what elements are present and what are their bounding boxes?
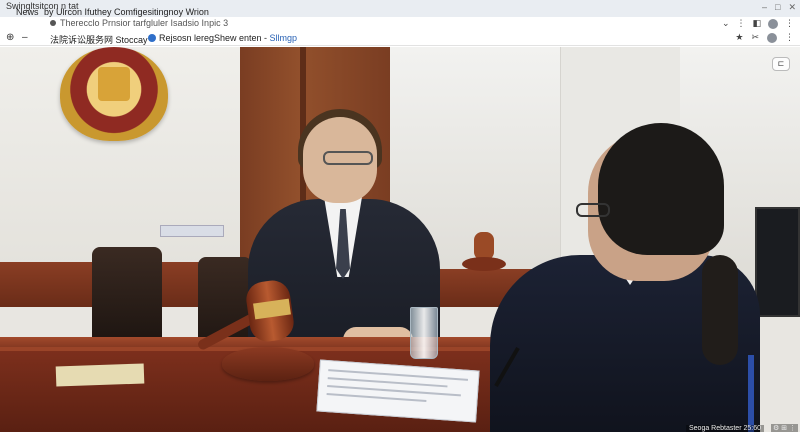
star-icon[interactable]: ★ (735, 32, 743, 43)
more-icon[interactable]: ⋮ (736, 18, 745, 29)
menu-icon[interactable]: ⋮ (785, 18, 794, 29)
scissors-icon[interactable]: ✂ (751, 32, 759, 43)
bookmark-bar: ⊕ – 法院诉讼服务网 Stoccay Rejsosn lereg Shew e… (0, 30, 800, 46)
status-icons[interactable]: ⚙ ⊞ ⋮ (770, 424, 798, 432)
courtroom-photo: ⊏ Seoga Rebtaster 25:60 ⚙ ⊞ ⋮ (0, 47, 800, 432)
picture-in-picture-icon[interactable]: ⊏ (772, 57, 790, 71)
hair (598, 123, 724, 255)
home-icon[interactable]: ⊕ (6, 32, 14, 43)
bookmark-show-label-dark: Shew enten - (214, 33, 270, 43)
ponytail (702, 255, 738, 365)
status-text: Seoga Rebtaster 25:60 (686, 425, 764, 432)
bookmark-court-service[interactable]: 法院诉讼服务网 Stoccay (50, 33, 148, 46)
kebab-icon[interactable]: ⋮ (785, 32, 794, 43)
glasses (323, 151, 373, 165)
url-field[interactable]: Therecclo Prnsior tarfgluler Isadsio Inp… (60, 18, 228, 28)
bookmark-reason-label: Rejsosn lereg (159, 33, 215, 43)
glasses (576, 203, 610, 217)
paper-note (55, 363, 145, 387)
news-headline[interactable]: by Ulrcon Ifuthey Comfigesitingnoy Wrion (44, 7, 209, 17)
back-icon[interactable]: – (22, 32, 28, 43)
extension-icon[interactable]: ◧ (752, 18, 761, 29)
chair (92, 247, 162, 347)
toolbar-icons: ⌄ ⋮ ◧ ⋮ (722, 17, 794, 30)
address-bar: Therecclo Prnsior tarfgluler Isadsio Inp… (0, 17, 800, 30)
bookmark-show[interactable]: Shew enten - Sllmgp (214, 33, 297, 43)
bookmark-bar-actions: ★ ✂ ⋮ (735, 32, 794, 43)
news-row: News by Ulrcon Ifuthey Comfigesitingnoy … (0, 7, 800, 17)
book-stack (160, 225, 224, 237)
doc-line (326, 393, 427, 403)
court-emblem (60, 47, 168, 141)
water-glass (410, 307, 438, 359)
bookmark-show-label-link: Sllmgp (269, 33, 298, 43)
bookmark-globe-icon (148, 34, 156, 42)
tab-strip: Swingltsitcon n tat – □ ✕ News by Ulrcon… (0, 0, 800, 18)
document (316, 359, 480, 423)
site-info-icon[interactable] (50, 20, 56, 26)
bookmark-reason[interactable]: Rejsosn lereg (148, 33, 214, 43)
blue-stripe (748, 355, 754, 432)
person-right (470, 85, 770, 432)
chevron-down-icon[interactable]: ⌄ (722, 18, 730, 29)
emblem-core (98, 67, 130, 101)
news-label[interactable]: News (16, 7, 39, 17)
gavel-sound-block (222, 347, 314, 381)
bottom-band (0, 432, 800, 440)
profile-avatar[interactable] (768, 18, 778, 29)
profile-avatar-small[interactable] (767, 32, 777, 43)
